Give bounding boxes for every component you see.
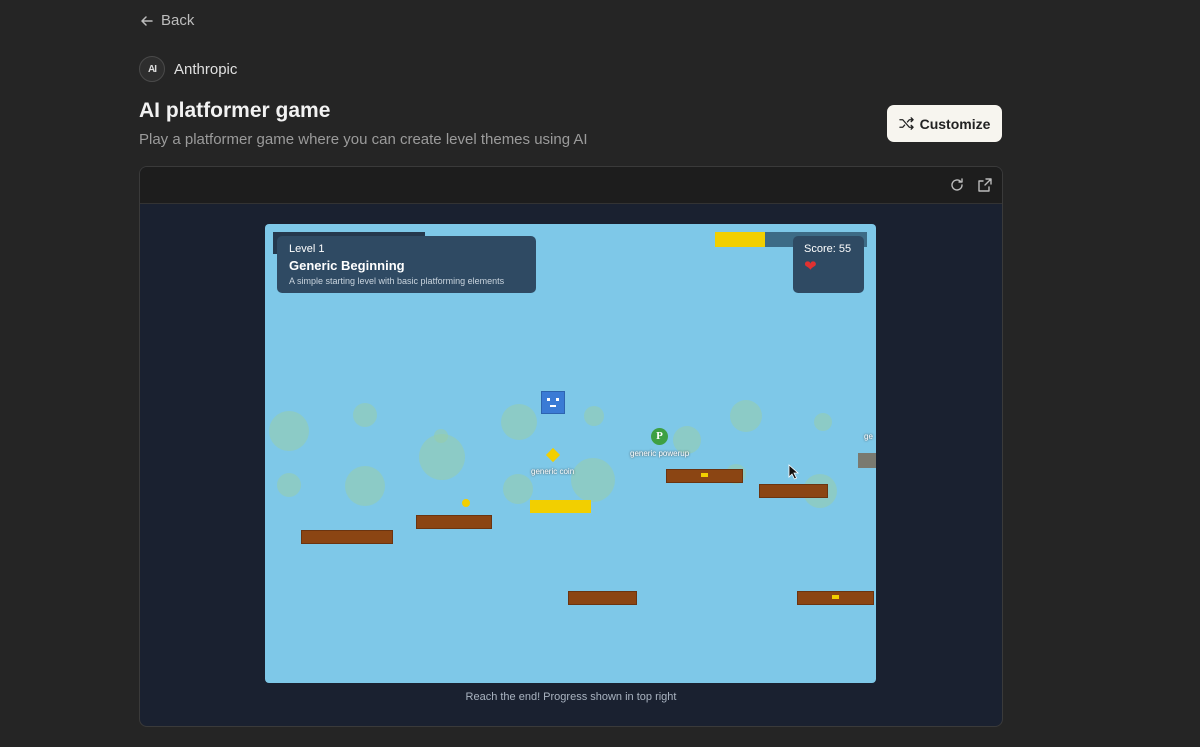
background-bubble	[503, 474, 533, 504]
mouse-cursor-icon	[788, 464, 800, 480]
coin-icon	[545, 447, 561, 463]
background-bubble	[730, 400, 762, 432]
coin-label: generic coin	[531, 467, 575, 476]
arrow-left-icon	[141, 15, 153, 26]
refresh-icon[interactable]	[949, 177, 965, 193]
open-external-icon[interactable]	[977, 177, 993, 193]
level-description: A simple starting level with basic platf…	[289, 276, 505, 286]
background-bubble	[501, 404, 537, 440]
background-bubble	[277, 473, 301, 497]
progress-fill	[715, 232, 766, 247]
gem-pickup	[832, 595, 839, 599]
anthropic-logo: AI	[139, 56, 165, 82]
score-panel: Score: 55 ❤	[793, 236, 864, 293]
preview-toolbar	[140, 167, 1002, 204]
enemy-block	[858, 453, 876, 468]
level-info-panel: Level 1 Generic Beginning A simple start…	[277, 236, 536, 293]
customize-label: Customize	[919, 115, 991, 132]
player-mouth	[550, 405, 556, 407]
offscreen-item-label: ge	[864, 432, 873, 441]
game-preview-frame: generic coin P generic powerup ge Level …	[139, 166, 1003, 727]
background-bubble	[814, 413, 832, 431]
background-bubble	[434, 429, 448, 443]
powerup-label: generic powerup	[630, 449, 690, 458]
shuffle-icon	[898, 117, 914, 130]
org-header: AI Anthropic	[139, 56, 237, 82]
player-eye	[547, 398, 550, 401]
back-label: Back	[161, 12, 195, 29]
background-bubble	[353, 403, 377, 427]
platform	[568, 591, 637, 605]
org-name: Anthropic	[174, 60, 238, 78]
game-canvas[interactable]: generic coin P generic powerup ge Level …	[265, 224, 876, 683]
level-name: Generic Beginning	[289, 258, 405, 273]
platform	[416, 515, 492, 529]
heart-icon: ❤	[804, 258, 817, 275]
page-title: AI platformer game	[139, 99, 331, 122]
background-bubble	[269, 411, 309, 451]
page-subtitle: Play a platformer game where you can cre…	[139, 131, 588, 148]
background-bubble	[584, 406, 604, 426]
score-text: Score: 55	[804, 243, 852, 255]
customize-button[interactable]: Customize	[887, 105, 1002, 142]
background-bubble	[571, 458, 615, 502]
platform	[301, 530, 393, 544]
back-link[interactable]: Back	[139, 12, 194, 29]
level-number: Level 1	[289, 243, 325, 255]
coin-block	[530, 500, 591, 513]
player-eye	[556, 398, 559, 401]
gem-pickup	[701, 473, 708, 477]
platform	[759, 484, 828, 498]
powerup-icon: P	[651, 428, 668, 445]
background-bubble	[345, 466, 385, 506]
coin-dot	[462, 499, 470, 507]
game-caption: Reach the end! Progress shown in top rig…	[465, 691, 677, 703]
player-character	[541, 391, 565, 414]
